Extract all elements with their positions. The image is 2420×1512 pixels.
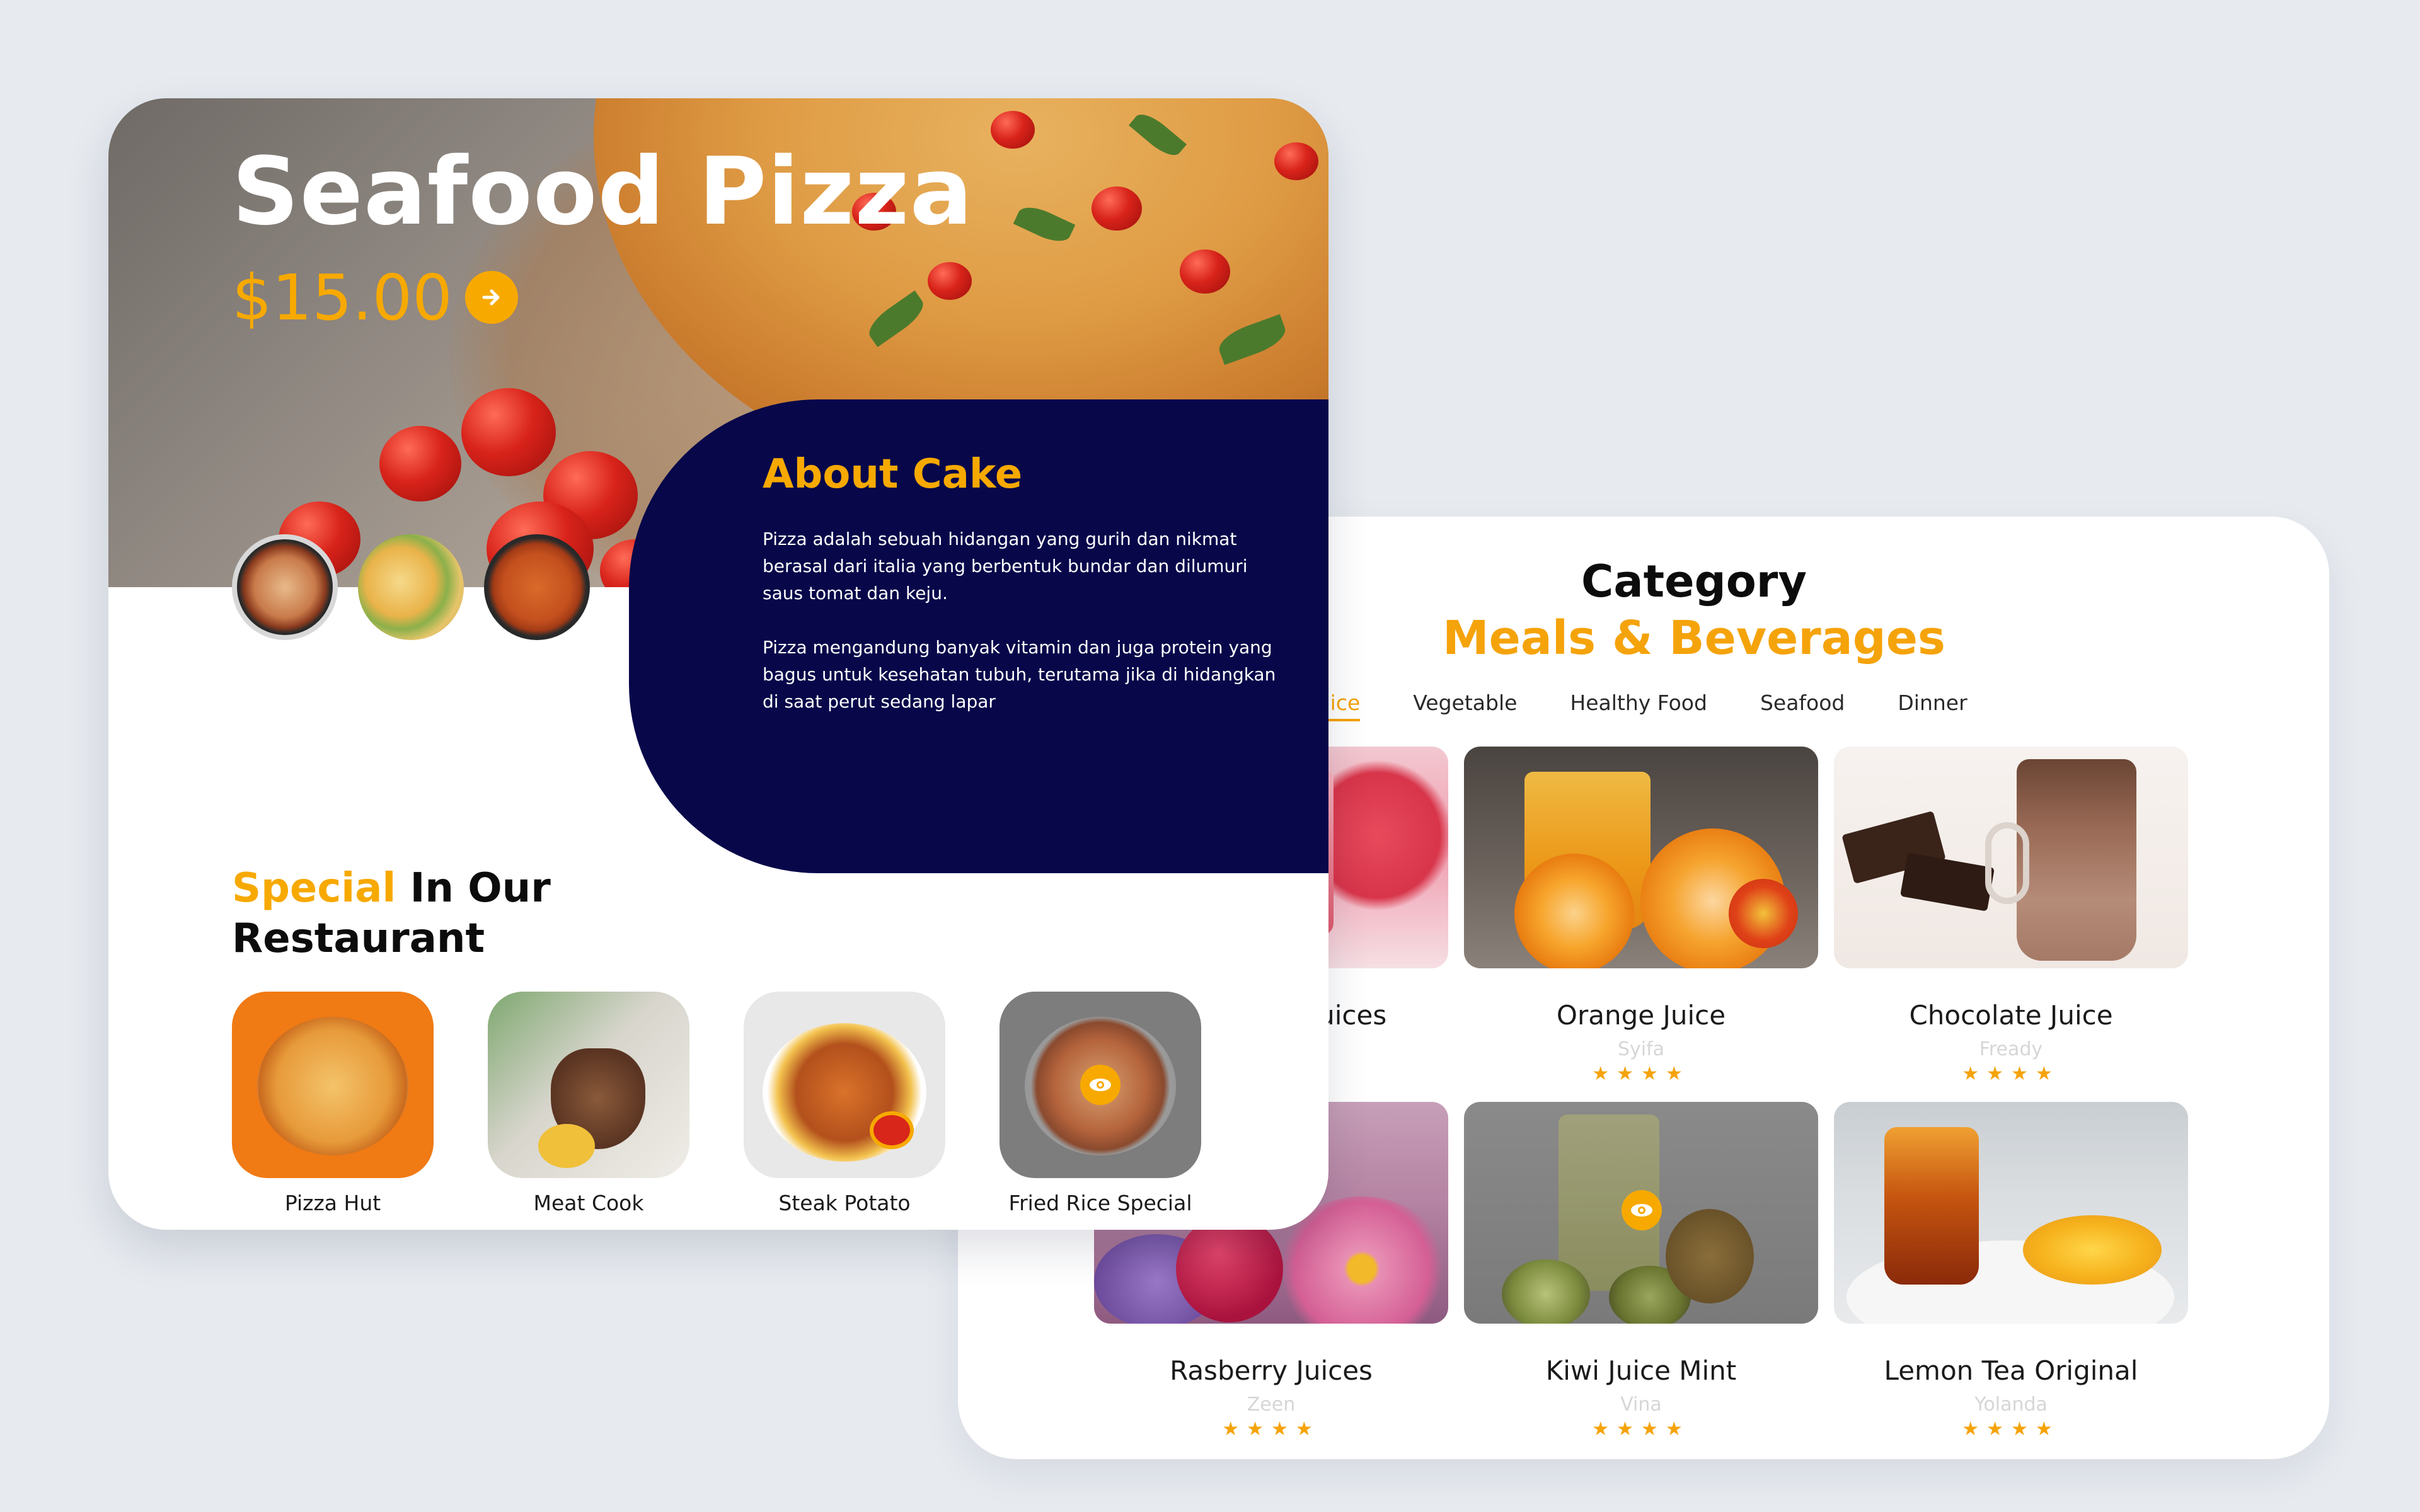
product-detail-card: Seafood Pizza $15.00 About Cake Pizza ad… (108, 98, 1328, 1230)
menu-item-image (488, 992, 689, 1178)
product-author: Zeen (1247, 1394, 1296, 1416)
arrow-right-button[interactable] (465, 271, 518, 324)
arrow-right-icon (482, 289, 500, 306)
product-image (1834, 747, 2188, 968)
about-title: About Cake (763, 451, 1023, 498)
category-tabs: Juice Vegetable Healthy Food Seafood Din… (1311, 690, 2020, 721)
tab-seafood[interactable]: Seafood (1760, 690, 1845, 721)
about-panel: About Cake Pizza adalah sebuah hidangan … (629, 399, 1328, 873)
menu-item[interactable]: Meat Cook (488, 992, 689, 1215)
special-rest-2: Restaurant (232, 915, 485, 962)
menu-item-image (232, 992, 434, 1178)
menu-item-label: Meat Cook (533, 1191, 644, 1215)
product-author: Syifa (1617, 1038, 1665, 1060)
menu-item-label: Fried Rice Special (1008, 1191, 1192, 1215)
product-card[interactable]: Chocolate Juice Fready ★★★★ (1834, 747, 2188, 1085)
product-name: Rasberry Juices (1170, 1355, 1373, 1386)
product-name: Kiwi Juice Mint (1545, 1355, 1737, 1386)
menu-item-image (1000, 992, 1201, 1178)
product-price: $15.00 (232, 261, 452, 335)
product-name: Chocolate Juice (1909, 1000, 2113, 1031)
product-name: Lemon Tea Original (1884, 1355, 2138, 1386)
product-title: Seafood Pizza (232, 137, 974, 246)
thumbnail-1[interactable] (232, 534, 338, 640)
eye-icon[interactable] (1622, 1190, 1662, 1230)
product-author: Vina (1620, 1394, 1662, 1416)
rating-stars: ★★★★ (1962, 1063, 2060, 1084)
menu-item-label: Steak Potato (778, 1191, 911, 1215)
menu-item[interactable]: Pizza Hut (232, 992, 434, 1215)
special-rest-1: In Our (410, 865, 551, 912)
product-author: Yolanda (1974, 1394, 2048, 1416)
product-author: Fready (1979, 1038, 2043, 1060)
rating-stars: ★★★★ (1962, 1419, 2060, 1440)
eye-icon[interactable] (1080, 1065, 1121, 1105)
product-card[interactable]: Kiwi Juice Mint Vina ★★★★ (1464, 1102, 1818, 1440)
tab-healthy-food[interactable]: Healthy Food (1570, 690, 1707, 721)
menu-item-label: Pizza Hut (284, 1191, 381, 1215)
product-image (1464, 747, 1818, 968)
tab-dinner[interactable]: Dinner (1898, 690, 1967, 721)
thumbnail-3[interactable] (484, 534, 590, 640)
rating-stars: ★★★★ (1592, 1419, 1690, 1440)
about-paragraph-1: Pizza adalah sebuah hidangan yang gurih … (763, 529, 1248, 604)
product-image (1834, 1102, 2188, 1324)
product-name: Orange Juice (1556, 1000, 1726, 1031)
thumbnail-2[interactable] (358, 534, 464, 640)
product-image (1464, 1102, 1818, 1324)
rating-stars: ★★★★ (1222, 1419, 1320, 1440)
rating-stars: ★★★★ (1592, 1063, 1690, 1084)
product-card[interactable]: Lemon Tea Original Yolanda ★★★★ (1834, 1102, 2188, 1440)
menu-item[interactable]: Fried Rice Special (1000, 992, 1201, 1215)
tab-vegetable[interactable]: Vegetable (1413, 690, 1517, 721)
product-card[interactable]: Orange Juice Syifa ★★★★ (1464, 747, 1818, 1085)
menu-item[interactable]: Steak Potato (744, 992, 945, 1215)
special-accent: Special (232, 865, 396, 912)
about-paragraph-2: Pizza mengandung banyak vitamin dan juga… (763, 637, 1276, 712)
special-heading: Special In Our Restaurant (232, 863, 551, 964)
menu-item-image (744, 992, 945, 1178)
